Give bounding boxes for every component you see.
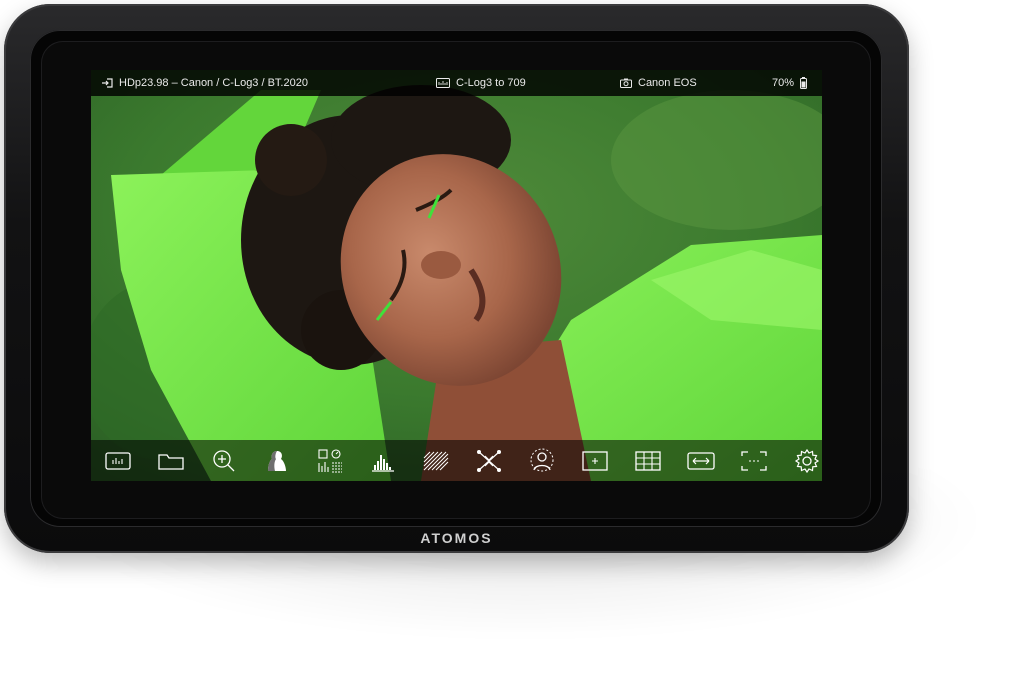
scopes-icon bbox=[317, 448, 342, 472]
camera-icon bbox=[620, 78, 632, 88]
frame-guide-icon bbox=[581, 450, 608, 471]
tool-user[interactable] bbox=[515, 440, 568, 481]
tool-histogram[interactable] bbox=[356, 440, 409, 481]
video-preview bbox=[91, 70, 822, 481]
grid-icon bbox=[634, 450, 661, 471]
brand-logo: ATOMOS bbox=[420, 530, 493, 546]
anamorphic-icon bbox=[686, 451, 715, 470]
tool-false-color[interactable] bbox=[250, 440, 303, 481]
input-format-text: HDp23.98 – Canon / C-Log3 / BT.2020 bbox=[119, 77, 308, 89]
battery-text: 70% bbox=[772, 77, 795, 89]
tool-monitor[interactable] bbox=[91, 440, 144, 481]
monitor-icon bbox=[104, 451, 131, 470]
tool-grid[interactable] bbox=[621, 440, 674, 481]
battery-icon bbox=[800, 77, 808, 89]
tool-settings[interactable] bbox=[780, 440, 822, 481]
user-icon bbox=[530, 448, 553, 471]
tool-folder[interactable] bbox=[144, 440, 197, 481]
tool-scopes[interactable] bbox=[303, 440, 356, 481]
lut-text: C-Log3 to 709 bbox=[456, 77, 526, 89]
status-bar: HDp23.98 – Canon / C-Log3 / BT.2020 C-Lo… bbox=[91, 70, 822, 96]
zoom-icon bbox=[212, 449, 234, 471]
tool-bar bbox=[91, 440, 822, 481]
monitor-screen[interactable]: HDp23.98 – Canon / C-Log3 / BT.2020 C-Lo… bbox=[91, 70, 822, 481]
input-icon bbox=[102, 78, 113, 88]
tool-anamorphic[interactable] bbox=[674, 440, 727, 481]
camera-text: Canon EOS bbox=[638, 77, 697, 89]
lut-icon bbox=[436, 78, 450, 88]
zebra-icon bbox=[423, 451, 448, 470]
tool-focus-peaking[interactable] bbox=[462, 440, 515, 481]
settings-icon bbox=[794, 448, 819, 473]
input-status[interactable]: HDp23.98 – Canon / C-Log3 / BT.2020 bbox=[101, 70, 308, 96]
lut-status[interactable]: C-Log3 to 709 bbox=[436, 70, 526, 96]
histogram-icon bbox=[371, 454, 394, 472]
false-color-icon bbox=[267, 450, 286, 471]
tool-crop[interactable] bbox=[727, 440, 780, 481]
tool-zebra[interactable] bbox=[409, 440, 462, 481]
tool-frame-guide[interactable] bbox=[568, 440, 621, 481]
tool-zoom[interactable] bbox=[197, 440, 250, 481]
focus-peaking-icon bbox=[476, 449, 501, 472]
folder-icon bbox=[157, 453, 184, 470]
crop-icon bbox=[740, 450, 767, 471]
camera-status[interactable]: Canon EOS bbox=[620, 70, 697, 96]
battery-status: 70% bbox=[772, 70, 808, 96]
